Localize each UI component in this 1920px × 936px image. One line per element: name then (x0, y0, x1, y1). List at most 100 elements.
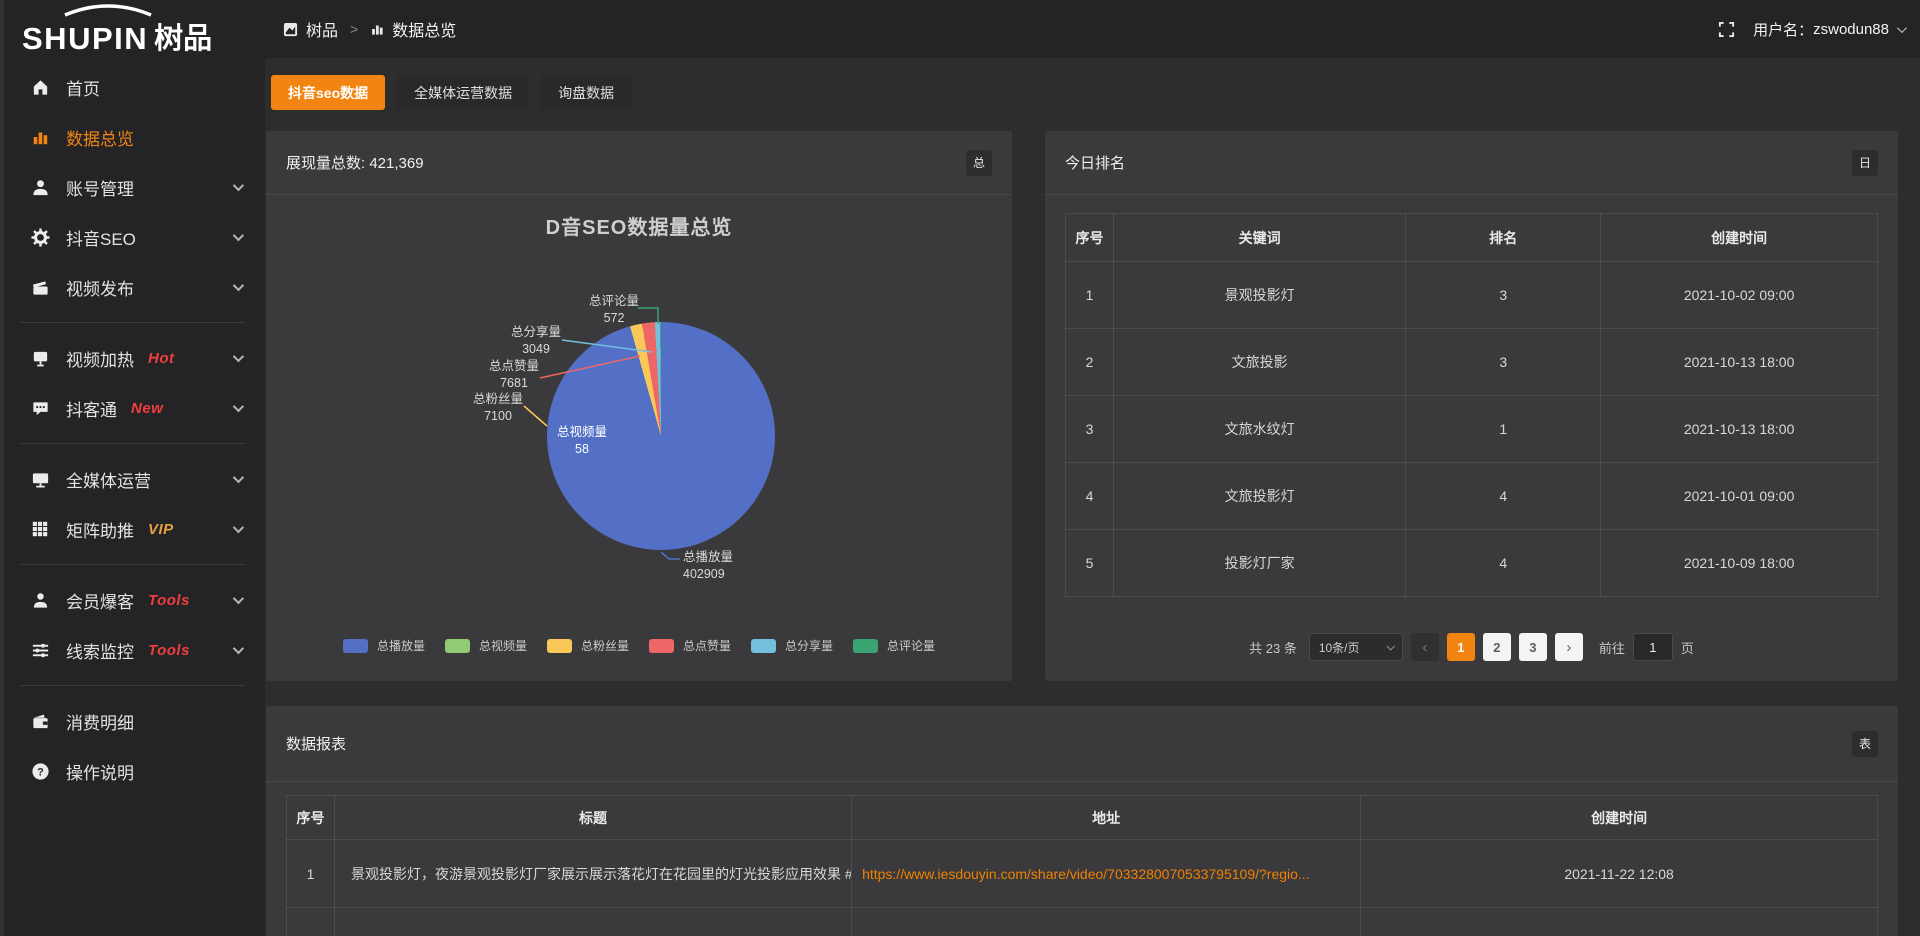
sidebar: SHUPIN 树品 首页 数据总览 账号管理 抖音SEO 视频发布 (0, 0, 265, 936)
rank-cell: 3 (1406, 262, 1601, 329)
pie-label-shares: 总分享量3049 (504, 324, 568, 358)
column-header-keyword: 关键词 (1114, 214, 1406, 262)
logo-arc (62, 1, 154, 22)
day-toggle-button[interactable]: 日 (1852, 150, 1878, 176)
app-icon (283, 22, 298, 37)
chevron-down-icon (1386, 642, 1394, 650)
chevron-down-icon (233, 401, 244, 412)
breadcrumb-separator: > (350, 21, 358, 37)
column-header-url: 地址 (852, 796, 1361, 840)
chevron-down-icon (233, 230, 244, 241)
next-page-button[interactable]: › (1555, 633, 1583, 661)
rank-cell: 3 (1406, 329, 1601, 396)
sidebar-item-account[interactable]: 账号管理 (0, 162, 265, 212)
chart-panel-header: 展现量总数: 421,369 总 (266, 131, 1012, 195)
menu-divider (20, 443, 245, 444)
pie-label-comments: 总评论量572 (582, 293, 646, 327)
bar-chart-icon (370, 22, 384, 36)
sidebar-item-label: 矩阵助推 (66, 517, 134, 542)
menu-divider (20, 564, 245, 565)
ranking-panel-header: 今日排名 日 (1045, 131, 1898, 195)
sidebar-item-home[interactable]: 首页 (0, 62, 265, 112)
sidebar-item-member-burst[interactable]: 会员爆客 Tools (0, 575, 265, 625)
rank-cell: 2021-10-13 18:00 (1601, 329, 1878, 396)
sidebar-item-label: 账号管理 (66, 175, 134, 200)
sidebar-item-label: 抖客通 (66, 396, 117, 421)
legend-swatch (547, 639, 572, 653)
chevron-down-icon (1897, 23, 1907, 33)
rank-cell: 景观投影灯 (1114, 262, 1406, 329)
sidebar-item-label: 全媒体运营 (66, 467, 151, 492)
rank-cell: 1 (1066, 262, 1114, 329)
chart-legend: 总播放量 总视频量 总粉丝量 总点赞量 总分享量 总评论量 (266, 637, 1012, 654)
member-icon (30, 590, 50, 610)
page-button-2[interactable]: 2 (1483, 633, 1511, 661)
sidebar-item-label: 数据总览 (66, 125, 134, 150)
sidebar-item-label: 消费明细 (66, 709, 134, 734)
legend-swatch (343, 639, 368, 653)
impressions-total-stat: 展现量总数: 421,369 (286, 152, 424, 173)
rank-cell: 3 (1066, 396, 1114, 463)
legend-item-likes[interactable]: 总点赞量 (649, 637, 731, 654)
menu-divider (20, 685, 245, 686)
pie-chart-area: D音SEO数据量总览 总评论量572 总分享量3049 总点赞量7681 总粉丝… (266, 195, 1012, 680)
page-button-1[interactable]: 1 (1447, 633, 1475, 661)
breadcrumb-current[interactable]: 数据总览 (392, 17, 456, 41)
main-content: 抖音seo数据 全媒体运营数据 询盘数据 展现量总数: 421,369 总 D音… (265, 58, 1920, 936)
rank-cell: 1 (1406, 396, 1601, 463)
chevron-down-icon (233, 593, 244, 604)
column-header-index: 序号 (1066, 214, 1114, 262)
sidebar-item-consumption[interactable]: 消费明细 (0, 696, 265, 746)
column-header-title: 标题 (335, 796, 852, 840)
rank-cell: 2 (1066, 329, 1114, 396)
table-row: 5 投影灯厂家 4 2021-10-09 18:00 (1066, 530, 1878, 597)
legend-item-comments[interactable]: 总评论量 (853, 637, 935, 654)
sliders-icon (30, 640, 50, 660)
prev-page-button[interactable]: ‹ (1411, 633, 1439, 661)
rank-cell: 4 (1406, 530, 1601, 597)
tab-omnimedia-data[interactable]: 全媒体运营数据 (397, 75, 529, 110)
goto-label: 前往 (1599, 638, 1625, 657)
goto-unit: 页 (1681, 638, 1694, 657)
sidebar-item-data-overview[interactable]: 数据总览 (0, 112, 265, 162)
sidebar-item-omnimedia[interactable]: 全媒体运营 (0, 454, 265, 504)
legend-item-plays[interactable]: 总播放量 (343, 637, 425, 654)
sidebar-item-label: 视频加热 (66, 346, 134, 371)
tab-douyin-seo-data[interactable]: 抖音seo数据 (271, 75, 385, 110)
report-panel-header: 数据报表 表 (266, 706, 1898, 782)
report-panel: 数据报表 表 序号 标题 地址 创建时间 1 景观投影灯，夜游景观投影灯厂家展示… (266, 706, 1898, 936)
report-link[interactable]: https://www.iesdouyin.com/share/video/70… (862, 866, 1310, 882)
sidebar-item-video-publish[interactable]: 视频发布 (0, 262, 265, 312)
logo-text-cn: 树品 (154, 24, 212, 54)
fullscreen-icon[interactable] (1718, 21, 1735, 38)
gear-icon (30, 227, 50, 247)
sidebar-item-matrix-boost[interactable]: 矩阵助推 VIP (0, 504, 265, 554)
page-size-select[interactable]: 10条/页 (1309, 633, 1403, 661)
legend-item-videos[interactable]: 总视频量 (445, 637, 527, 654)
table-toggle-button[interactable]: 表 (1852, 731, 1878, 757)
breadcrumb-root[interactable]: 树品 (306, 17, 338, 41)
report-url-cell: https://www.iesdouyin.com/share/video/70… (852, 840, 1361, 908)
tab-inquiry-data[interactable]: 询盘数据 (541, 75, 631, 110)
sidebar-item-lead-monitor[interactable]: 线索监控 Tools (0, 625, 265, 675)
goto-page-input[interactable] (1633, 633, 1673, 661)
board-icon (30, 348, 50, 368)
table-row (287, 908, 1878, 936)
legend-item-fans[interactable]: 总粉丝量 (547, 637, 629, 654)
username: zswodun88 (1813, 21, 1889, 38)
user-menu[interactable]: 用户名： zswodun88 (1753, 19, 1904, 40)
legend-item-shares[interactable]: 总分享量 (751, 637, 833, 654)
page-button-3[interactable]: 3 (1519, 633, 1547, 661)
sidebar-item-instructions[interactable]: ? 操作说明 (0, 746, 265, 796)
sidebar-item-douyin-seo[interactable]: 抖音SEO (0, 212, 265, 262)
chevron-down-icon (233, 472, 244, 483)
rank-cell: 4 (1066, 463, 1114, 530)
legend-swatch (751, 639, 776, 653)
sidebar-item-video-heat[interactable]: 视频加热 Hot (0, 333, 265, 383)
total-toggle-button[interactable]: 总 (966, 150, 992, 176)
sidebar-item-douketong[interactable]: 抖客通 New (0, 383, 265, 433)
column-header-index: 序号 (287, 796, 335, 840)
chevron-down-icon (233, 522, 244, 533)
sidebar-item-label: 抖音SEO (66, 225, 136, 250)
question-icon: ? (30, 761, 50, 781)
